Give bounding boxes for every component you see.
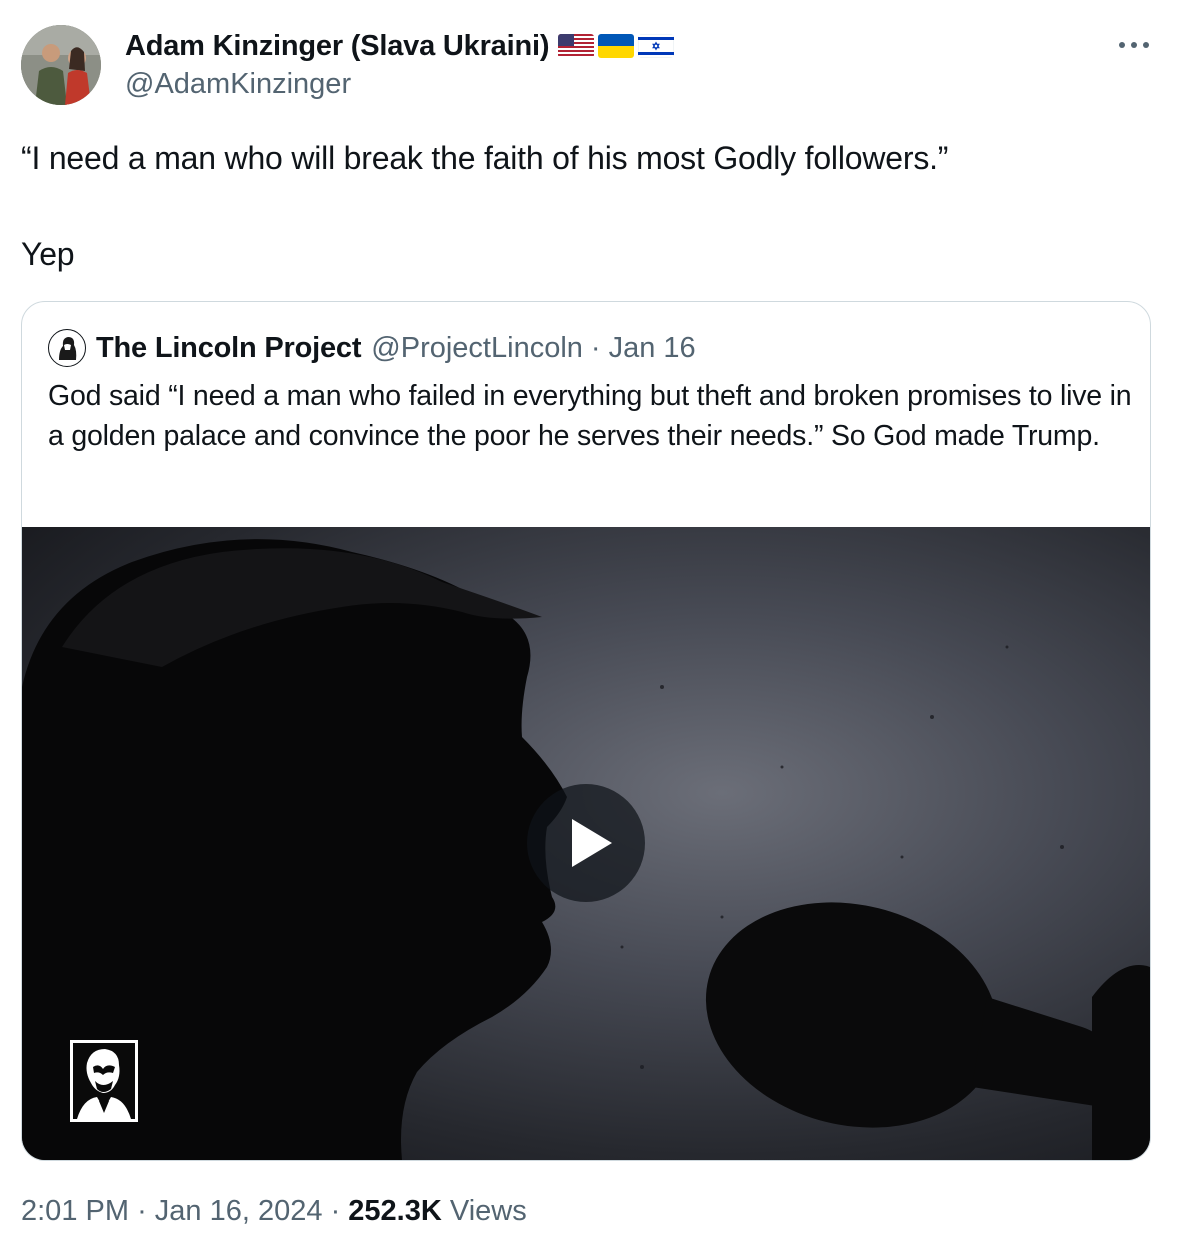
quoted-author-name[interactable]: The Lincoln Project bbox=[96, 332, 361, 365]
avatar-photo bbox=[21, 25, 101, 105]
author-handle[interactable]: @AdamKinzinger bbox=[125, 68, 351, 101]
flag-emojis bbox=[558, 34, 675, 58]
tweet-date[interactable]: Jan 16, 2024 bbox=[155, 1195, 323, 1227]
play-button[interactable] bbox=[527, 784, 645, 902]
author-name-row: Adam Kinzinger (Slava Ukraini) bbox=[125, 28, 675, 64]
tweet-meta: 2:01 PM · Jan 16, 2024 · 252.3K Views bbox=[21, 1195, 527, 1228]
meta-separator: · bbox=[330, 1195, 341, 1227]
lincoln-watermark-portrait bbox=[73, 1043, 135, 1119]
views-count: 252.3K bbox=[348, 1195, 442, 1227]
views-label: Views bbox=[449, 1195, 527, 1227]
quoted-tweet-text: God said “I need a man who failed in eve… bbox=[48, 380, 1132, 452]
us-flag-icon bbox=[558, 34, 595, 58]
tweet-time[interactable]: 2:01 PM bbox=[21, 1195, 129, 1227]
quoted-author-handle[interactable]: @ProjectLincoln bbox=[371, 332, 583, 365]
video-player[interactable] bbox=[22, 527, 1150, 1160]
quoted-tweet-date[interactable]: Jan 16 bbox=[609, 332, 696, 365]
author-avatar[interactable] bbox=[21, 25, 101, 105]
tweet-text: “I need a man who will break the faith o… bbox=[21, 140, 949, 272]
israel-flag-icon bbox=[638, 34, 675, 58]
quoted-author-avatar[interactable] bbox=[48, 329, 86, 367]
ukraine-flag-icon bbox=[598, 34, 635, 58]
header-separator: · bbox=[590, 331, 601, 364]
quoted-tweet-header: The Lincoln Project @ProjectLincoln · Ja… bbox=[48, 328, 696, 368]
author-name[interactable]: Adam Kinzinger (Slava Ukraini) bbox=[125, 30, 549, 63]
meta-separator: · bbox=[137, 1195, 147, 1227]
quoted-tweet-card[interactable]: The Lincoln Project @ProjectLincoln · Ja… bbox=[21, 301, 1151, 1161]
more-options-icon[interactable] bbox=[1116, 33, 1152, 57]
lincoln-project-logo-icon bbox=[70, 1040, 138, 1122]
lincoln-portrait-icon bbox=[50, 331, 84, 365]
